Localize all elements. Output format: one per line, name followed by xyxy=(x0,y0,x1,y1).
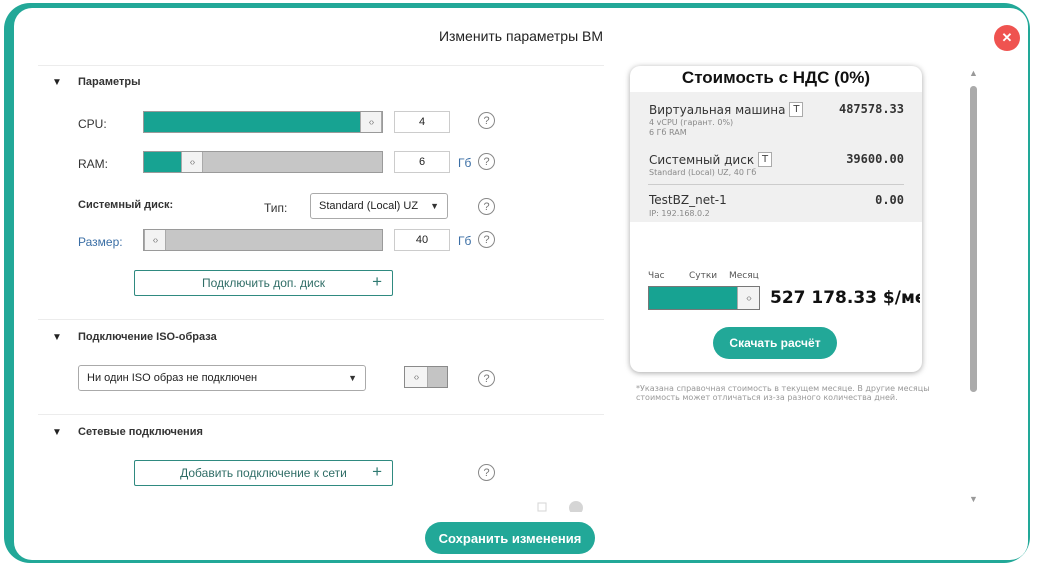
section-params-title: Параметры xyxy=(78,76,141,88)
disk-type-value: Standard (Local) UZ xyxy=(319,200,419,212)
cost-footnote: *Указана справочная стоимость в текущем … xyxy=(636,384,930,402)
close-button[interactable]: ✕ xyxy=(994,25,1020,51)
disk-type-select[interactable]: Standard (Local) UZ ▼ xyxy=(310,193,448,219)
divider xyxy=(38,65,604,66)
period-slider[interactable]: ‹› xyxy=(648,286,760,310)
tariff-tag-icon[interactable]: T xyxy=(789,102,804,117)
add-network-button[interactable]: Добавить подключение к сети + xyxy=(134,460,393,486)
disk-size-field[interactable]: 40 xyxy=(394,229,450,251)
disk-size-unit: Гб xyxy=(458,234,472,248)
cost-item-name: Системный диск T xyxy=(649,152,773,167)
add-disk-label: Подключить доп. диск xyxy=(202,276,325,290)
ram-value-field[interactable]: 6 xyxy=(394,151,450,173)
period-hour[interactable]: Час xyxy=(648,271,665,281)
download-estimate-button[interactable]: Скачать расчёт xyxy=(713,327,837,359)
save-changes-button[interactable]: Сохранить изменения xyxy=(425,522,595,554)
plus-icon: + xyxy=(372,272,382,291)
scrollbar-thumb[interactable] xyxy=(970,86,977,392)
section-network-header[interactable]: ▼ Сетевые подключения xyxy=(52,426,203,438)
scroll-down-arrow-icon[interactable]: ▼ xyxy=(969,494,978,504)
period-day[interactable]: Сутки xyxy=(689,271,717,281)
cost-item-sub: Standard (Local) UZ, 40 Гб xyxy=(649,168,757,177)
cost-item-sub: IP: 192.168.0.2 xyxy=(649,209,710,218)
cpu-slider[interactable]: ‹› xyxy=(143,111,383,133)
divider xyxy=(38,319,604,320)
total-cost: 527 178.33 $/мес xyxy=(770,288,920,308)
disk-size-slider[interactable]: ‹› xyxy=(143,229,383,251)
ram-help-icon[interactable]: ? xyxy=(478,153,495,170)
ram-unit: Гб xyxy=(458,156,472,170)
collapse-triangle-icon: ▼ xyxy=(52,426,62,438)
cost-item-name: TestBZ_net-1 xyxy=(649,193,727,207)
cost-item-value: 487578.33 xyxy=(838,102,904,116)
ram-slider-handle[interactable]: ‹› xyxy=(181,152,203,172)
edit-vm-modal: Изменить параметры ВМ ✕ ▼ Параметры CPU:… xyxy=(14,8,1028,560)
iso-select-value: Ни один ISO образ не подключен xyxy=(87,372,258,384)
tariff-tag-icon[interactable]: T xyxy=(758,152,773,167)
cpu-slider-fill xyxy=(144,112,371,132)
disk-type-label: Тип: xyxy=(264,201,288,215)
iso-help-icon[interactable]: ? xyxy=(478,370,495,387)
divider xyxy=(38,414,604,415)
cost-item-sub: 4 vCPU (гарант. 0%) xyxy=(649,118,734,127)
faded-action-icons xyxy=(537,501,583,512)
divider xyxy=(648,184,904,185)
chevron-down-icon: ▼ xyxy=(348,373,357,383)
disk-slider-handle[interactable]: ‹› xyxy=(144,230,166,250)
section-network-title: Сетевые подключения xyxy=(78,426,203,438)
cost-item-sub: 6 Гб RAM xyxy=(649,128,687,137)
iso-toggle[interactable]: ‹› xyxy=(404,366,448,388)
cost-card: Стоимость с НДС (0%) Виртуальная машина … xyxy=(630,66,922,372)
ram-slider[interactable]: ‹› xyxy=(143,151,383,173)
cpu-value-field[interactable]: 4 xyxy=(394,111,450,133)
iso-select[interactable]: Ни один ISO образ не подключен ▼ xyxy=(78,365,366,391)
cpu-help-icon[interactable]: ? xyxy=(478,112,495,129)
section-params-header[interactable]: ▼ Параметры xyxy=(52,76,140,88)
cpu-label: CPU: xyxy=(78,117,107,131)
iso-toggle-knob[interactable]: ‹› xyxy=(405,367,428,387)
cost-items: Виртуальная машина T 4 vCPU (гарант. 0%)… xyxy=(630,92,922,222)
params-panel: ▼ Параметры CPU: ‹› 4 ? RAM: ‹› 6 Гб ? С… xyxy=(14,8,614,512)
period-slider-handle[interactable]: ‹› xyxy=(737,287,759,309)
disk-size-help-icon[interactable]: ? xyxy=(478,231,495,248)
plus-icon: + xyxy=(372,462,382,481)
chevron-down-icon: ▼ xyxy=(430,201,439,211)
period-month[interactable]: Месяц xyxy=(729,271,759,281)
section-iso-title: Подключение ISO-образа xyxy=(78,331,217,343)
ram-label: RAM: xyxy=(78,157,108,171)
collapse-triangle-icon: ▼ xyxy=(52,76,62,88)
close-icon: ✕ xyxy=(1001,30,1013,45)
system-disk-label: Системный диск: xyxy=(78,199,174,211)
cpu-slider-handle[interactable]: ‹› xyxy=(360,112,382,132)
disk-size-label: Размер: xyxy=(78,235,123,249)
add-disk-button[interactable]: Подключить доп. диск + xyxy=(134,270,393,296)
section-iso-header[interactable]: ▼ Подключение ISO-образа xyxy=(52,331,217,343)
cost-title: Стоимость с НДС (0%) xyxy=(681,68,871,87)
add-network-label: Добавить подключение к сети xyxy=(180,466,347,480)
network-help-icon[interactable]: ? xyxy=(478,464,495,481)
scroll-up-arrow-icon[interactable]: ▲ xyxy=(969,68,978,78)
cost-item-value: 39600.00 xyxy=(846,152,904,166)
disk-type-help-icon[interactable]: ? xyxy=(478,198,495,215)
collapse-triangle-icon: ▼ xyxy=(52,331,62,343)
cost-item-value: 0.00 xyxy=(875,193,904,207)
cost-item-name: Виртуальная машина T xyxy=(649,102,804,117)
